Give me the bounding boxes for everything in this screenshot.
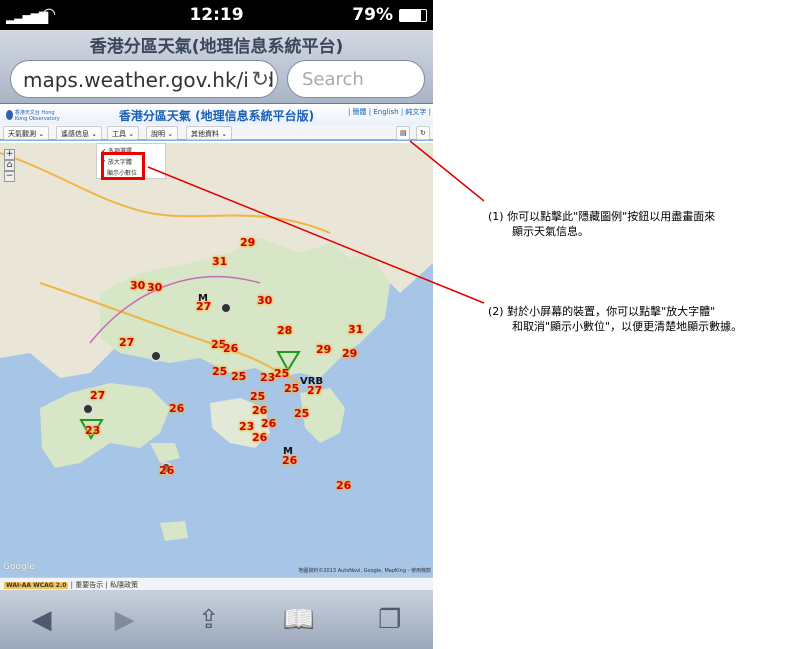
map-copyright[interactable]: 地圖資料©2013 AutoNavi, Google, MapKing - 使用…: [298, 567, 431, 574]
temperature-label[interactable]: 26: [223, 342, 238, 355]
temperature-label[interactable]: 29: [240, 236, 255, 249]
annotation-2: (2) 對於小屏幕的裝置，你可以點擊"放大字體" 和取消"顯示小數位"，以便更清…: [488, 304, 742, 334]
phone-screen: ▂▃▅▆▇ ◠ 12:19 79% 香港分區天氣(地理信息系統平台) maps.…: [0, 0, 433, 649]
temperature-label[interactable]: 26: [252, 431, 267, 444]
temperature-label[interactable]: 23: [85, 424, 100, 437]
temperature-label[interactable]: 25: [231, 370, 246, 383]
annotation-text: 和取消"顯示小數位"，以便更清楚地顯示數據。: [512, 320, 743, 333]
annotation-text: (2) 對於小屏幕的裝置，你可以點擊"放大字體": [488, 305, 716, 318]
temperature-label[interactable]: 26: [169, 402, 184, 415]
annotation-text: 顯示天氣信息。: [512, 225, 589, 238]
temperature-label[interactable]: 25: [250, 390, 265, 403]
temperature-label[interactable]: 30: [257, 294, 272, 307]
annotation-text: (1) 你可以點擊此"隱藏圖例"按鈕以用盡畫面來: [488, 210, 716, 223]
wind-label: VRB: [300, 376, 324, 387]
temperature-label[interactable]: 25: [294, 407, 309, 420]
temperature-label[interactable]: 26: [336, 479, 351, 492]
temperature-label[interactable]: 26: [159, 464, 174, 477]
google-logo: Google: [3, 562, 35, 572]
temperature-label[interactable]: 25: [212, 365, 227, 378]
temperature-label[interactable]: 25: [274, 367, 289, 380]
wind-label: M: [283, 446, 293, 457]
temperature-label[interactable]: 28: [277, 324, 292, 337]
temperature-label[interactable]: 30: [147, 281, 162, 294]
temperature-label[interactable]: 29: [342, 347, 357, 360]
temperature-label[interactable]: 26: [252, 404, 267, 417]
temperature-label[interactable]: 29: [316, 343, 331, 356]
wind-label: M: [198, 293, 208, 304]
temperature-label[interactable]: 23: [260, 371, 275, 384]
temperature-label[interactable]: 25: [284, 382, 299, 395]
temperature-label[interactable]: 27: [90, 389, 105, 402]
temperature-label[interactable]: 31: [212, 255, 227, 268]
temperature-label[interactable]: 30: [130, 279, 145, 292]
highlight-box: [101, 152, 145, 180]
temperature-label[interactable]: 31: [348, 323, 363, 336]
temperature-label[interactable]: 26: [261, 417, 276, 430]
temperature-label[interactable]: 27: [119, 336, 134, 349]
annotation-1: (1) 你可以點擊此"隱藏圖例"按鈕以用盡畫面來 顯示天氣信息。: [488, 209, 715, 239]
